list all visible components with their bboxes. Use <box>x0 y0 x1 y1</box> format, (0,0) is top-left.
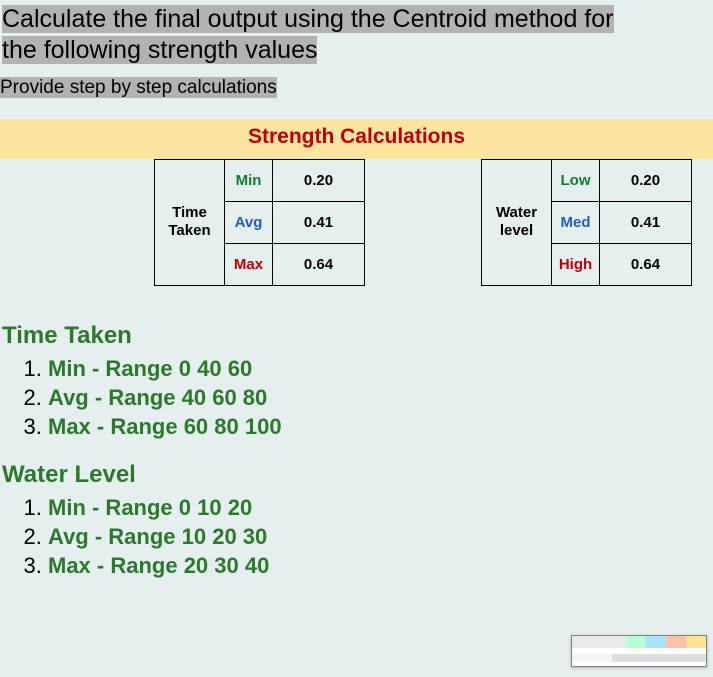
list-item: Avg - Range 10 20 30 <box>48 522 711 551</box>
sub-heading-text: Provide step by step calculations <box>0 77 277 98</box>
list-item: Min - Range 0 40 60 <box>48 354 711 383</box>
table-right-data: Low 0.20 Med 0.41 High 0.64 <box>551 159 692 286</box>
cell-value: 0.64 <box>273 243 365 285</box>
table-right-rowlabel: Water level <box>481 159 551 286</box>
table-row: Max 0.64 <box>225 243 365 285</box>
list-item: Avg - Range 40 60 80 <box>48 383 711 412</box>
page-title: Calculate the final output using the Cen… <box>0 0 713 69</box>
table-time-taken: Time Taken Min 0.20 Avg 0.41 Max 0.64 <box>154 159 365 286</box>
cell-label: Min <box>225 159 273 201</box>
ranges-list: Min - Range 0 40 60 Avg - Range 40 60 80… <box>2 354 711 441</box>
spacer-left <box>0 159 154 286</box>
cell-value: 0.41 <box>600 201 692 243</box>
table-left-rowlabel: Time Taken <box>154 159 224 286</box>
ranges-list: Min - Range 0 10 20 Avg - Range 10 20 30… <box>2 493 711 580</box>
table-row: Min 0.20 <box>225 159 365 201</box>
table-row: Avg 0.41 <box>225 201 365 243</box>
list-item: Max - Range 20 30 40 <box>48 551 711 580</box>
cell-value: 0.41 <box>273 201 365 243</box>
tables-wrap: Time Taken Min 0.20 Avg 0.41 Max 0.64 Wa… <box>0 159 713 286</box>
title-line-2: the following strength values <box>2 36 317 64</box>
cell-value: 0.20 <box>600 159 692 201</box>
ranges-water-level: Water Level Min - Range 0 10 20 Avg - Ra… <box>0 441 713 580</box>
list-item: Max - Range 60 80 100 <box>48 412 711 441</box>
spacer-mid <box>365 159 481 286</box>
calc-title: Strength Calculations <box>248 125 465 148</box>
calc-title-bar: Strength Calculations <box>0 119 713 159</box>
table-row: Med 0.41 <box>552 201 692 243</box>
cell-label: High <box>552 243 600 285</box>
cell-label: Max <box>225 243 273 285</box>
ranges-title: Water Level <box>2 461 711 489</box>
cell-label: Avg <box>225 201 273 243</box>
table-water-level: Water level Low 0.20 Med 0.41 High 0.64 <box>481 159 692 286</box>
list-item: Min - Range 0 10 20 <box>48 493 711 522</box>
table-row: Low 0.20 <box>552 159 692 201</box>
cell-value: 0.20 <box>273 159 365 201</box>
cell-label: Med <box>552 201 600 243</box>
thumbnail-bar <box>572 654 706 662</box>
thumbnail-preview <box>571 635 707 667</box>
ranges-time-taken: Time Taken Min - Range 0 40 60 Avg - Ran… <box>0 286 713 441</box>
table-row: High 0.64 <box>552 243 692 285</box>
ranges-title: Time Taken <box>2 322 711 350</box>
cell-value: 0.64 <box>600 243 692 285</box>
thumbnail-bar <box>572 636 706 648</box>
title-line-1: Calculate the final output using the Cen… <box>2 5 614 33</box>
cell-label: Low <box>552 159 600 201</box>
table-left-data: Min 0.20 Avg 0.41 Max 0.64 <box>224 159 365 286</box>
sub-heading: Provide step by step calculations <box>0 69 713 103</box>
